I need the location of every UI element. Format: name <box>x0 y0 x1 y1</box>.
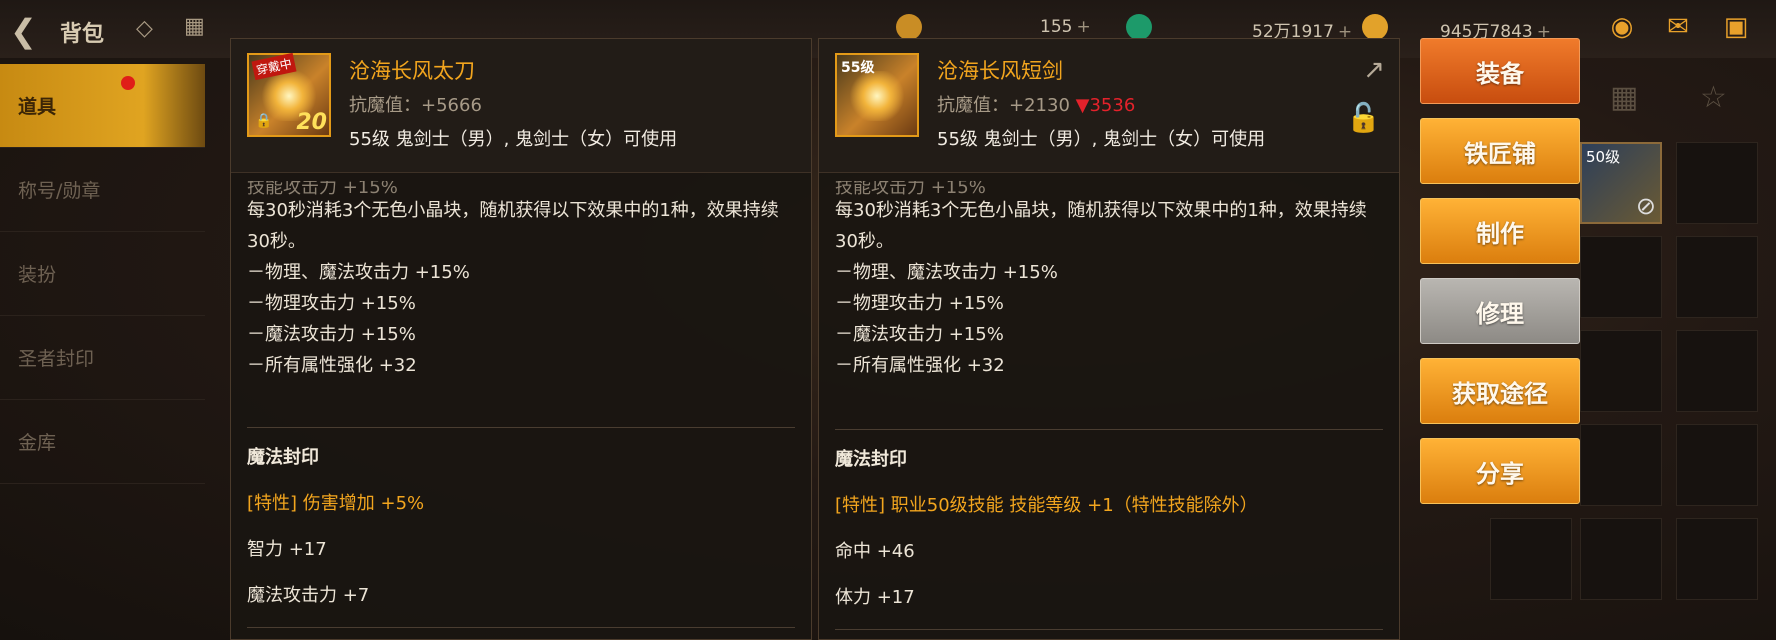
gem-currency-icon <box>1126 14 1152 40</box>
page-title: 背包 <box>60 22 105 47</box>
obtain-source-button[interactable]: 获取途径 <box>1420 358 1580 424</box>
lock-icon: 🔒 <box>255 113 273 129</box>
sidebar-item-titles[interactable]: 称号/勋章 <box>0 148 205 232</box>
moon-currency-icon <box>896 14 922 40</box>
usable-classes: 55级 鬼剑士（男）, 鬼剑士（女）可使用 <box>937 129 1266 150</box>
item-effect-text: 技能攻击力 +15% 每30秒消耗3个无色小晶块，随机获得以下效果中的1种，效果… <box>835 181 1383 381</box>
share-button[interactable]: 分享 <box>1420 438 1580 504</box>
inventory-slot[interactable] <box>1580 236 1662 318</box>
seal-section-title: 魔法封印 <box>247 447 319 468</box>
sidebar-item-label: 金库 <box>18 432 57 454</box>
item-icon: 穿戴中 🔒 20 <box>247 52 331 137</box>
unusable-icon: ⊘ <box>1635 192 1656 220</box>
divider <box>247 427 795 428</box>
item-header: 55级 沧海长风短剑 抗魔值：+2130 ▼3536 55级 鬼剑士（男）, 鬼… <box>819 39 1399 173</box>
usable-classes: 55级 鬼剑士（男）, 鬼剑士（女）可使用 <box>349 129 678 150</box>
stat-line: 智力 +17 <box>247 539 327 560</box>
sidebar-item-label: 称号/勋章 <box>18 180 101 202</box>
item-level-badge: 55级 <box>841 60 875 76</box>
inventory-slot[interactable] <box>1676 424 1758 506</box>
treasure-pot-icon[interactable]: ◉ <box>1602 12 1642 44</box>
effect-line: －物理攻击力 +15% <box>247 293 416 314</box>
trait-line: [特性] 职业50级技能 技能等级 +1（特性技能除外） <box>835 495 1258 516</box>
back-arrow-icon[interactable]: ❮ <box>10 12 37 50</box>
effect-description: 每30秒消耗3个无色小晶块，随机获得以下效果中的1种，效果持续30秒。 <box>247 200 779 252</box>
inventory-slot[interactable] <box>1580 330 1662 412</box>
notification-dot <box>121 76 135 90</box>
resist-decrease: ▼3536 <box>1075 95 1136 116</box>
compared-item-tooltip: 55级 沧海长风短剑 抗魔值：+2130 ▼3536 55级 鬼剑士（男）, 鬼… <box>818 38 1400 640</box>
craft-button[interactable]: 制作 <box>1420 198 1580 264</box>
divider <box>247 627 795 628</box>
effect-line: －物理、魔法攻击力 +15% <box>835 262 1058 283</box>
clipped-line: 技能攻击力 +15% <box>835 181 986 195</box>
sidebar-item-items[interactable]: 道具 <box>0 64 205 148</box>
stat-line: 命中 +46 <box>835 541 915 562</box>
divider <box>835 429 1383 430</box>
slot-level-label: 50级 <box>1586 148 1621 166</box>
sidebar-item-avatar[interactable]: 装扮 <box>0 232 205 316</box>
item-effect-text: 技能攻击力 +15% 每30秒消耗3个无色小晶块，随机获得以下效果中的1种，效果… <box>247 181 795 381</box>
resist-value: 抗魔值：+5666 <box>349 95 482 116</box>
gold-coin-icon <box>1362 14 1388 40</box>
inventory-slot[interactable] <box>1580 424 1662 506</box>
effect-line: －魔法攻击力 +15% <box>247 324 416 345</box>
equipped-item-tooltip: 穿戴中 🔒 20 沧海长风太刀 抗魔值：+5666 55级 鬼剑士（男）, 鬼剑… <box>230 38 812 640</box>
repair-button[interactable]: 修理 <box>1420 278 1580 344</box>
inventory-slot[interactable] <box>1676 236 1758 318</box>
unlock-icon[interactable]: 🔓 <box>1346 101 1381 134</box>
inventory-slot[interactable] <box>1676 330 1758 412</box>
item-icon: 55级 <box>835 53 919 137</box>
effect-description: 每30秒消耗3个无色小晶块，随机获得以下效果中的1种，效果持续30秒。 <box>835 200 1367 252</box>
inventory-slot[interactable] <box>1676 518 1758 600</box>
item-name: 沧海长风太刀 <box>349 59 475 83</box>
chat-icon[interactable]: ▣ <box>1716 12 1756 44</box>
sidebar-item-label: 道具 <box>18 96 57 118</box>
trait-line: [特性] 伤害增加 +5% <box>247 493 425 514</box>
calendar-icon[interactable]: ▦ <box>184 14 205 39</box>
mail-icon[interactable]: ✉ <box>1658 12 1698 44</box>
favorites-tab-icon[interactable]: ☆ <box>1700 80 1727 115</box>
effect-line: －物理、魔法攻击力 +15% <box>247 262 470 283</box>
share-export-icon[interactable]: ↗ <box>1363 55 1385 85</box>
help-icon[interactable]: ◇ <box>136 16 153 41</box>
stat-line: 体力 +17 <box>835 587 915 608</box>
resist-value: 抗魔值：+2130 ▼3536 <box>937 95 1136 116</box>
sidebar-item-seal[interactable]: 圣者封印 <box>0 316 205 400</box>
currency-1: 155 + <box>1040 17 1091 37</box>
inventory-slot-item[interactable]: 50级 ⊘ <box>1580 142 1662 224</box>
inventory-slot[interactable] <box>1490 518 1572 600</box>
effect-line: －物理攻击力 +15% <box>835 293 1004 314</box>
item-header: 穿戴中 🔒 20 沧海长风太刀 抗魔值：+5666 55级 鬼剑士（男）, 鬼剑… <box>231 39 811 173</box>
enhance-level: 20 <box>296 110 327 135</box>
effect-line: －所有属性强化 +32 <box>247 355 417 376</box>
category-sidebar: 道具 称号/勋章 装扮 圣者封印 金库 <box>0 58 205 640</box>
sidebar-item-vault[interactable]: 金库 <box>0 400 205 484</box>
divider <box>835 629 1383 630</box>
weapon-glow-icon <box>847 71 907 121</box>
stat-line: 魔法攻击力 +7 <box>247 585 370 606</box>
equip-button[interactable]: 装备 <box>1420 38 1580 104</box>
effect-line: －所有属性强化 +32 <box>835 355 1005 376</box>
sidebar-item-label: 圣者封印 <box>18 348 95 370</box>
item-name: 沧海长风短剑 <box>937 59 1063 83</box>
effect-line: －魔法攻击力 +15% <box>835 324 1004 345</box>
inventory-slot[interactable] <box>1676 142 1758 224</box>
inventory-slot[interactable] <box>1580 518 1662 600</box>
seal-section-title: 魔法封印 <box>835 449 907 470</box>
sidebar-item-label: 装扮 <box>18 264 57 286</box>
blacksmith-button[interactable]: 铁匠铺 <box>1420 118 1580 184</box>
clipped-line: 技能攻击力 +15% <box>247 181 398 195</box>
filter-tab-icon[interactable]: ▦ <box>1610 80 1638 115</box>
